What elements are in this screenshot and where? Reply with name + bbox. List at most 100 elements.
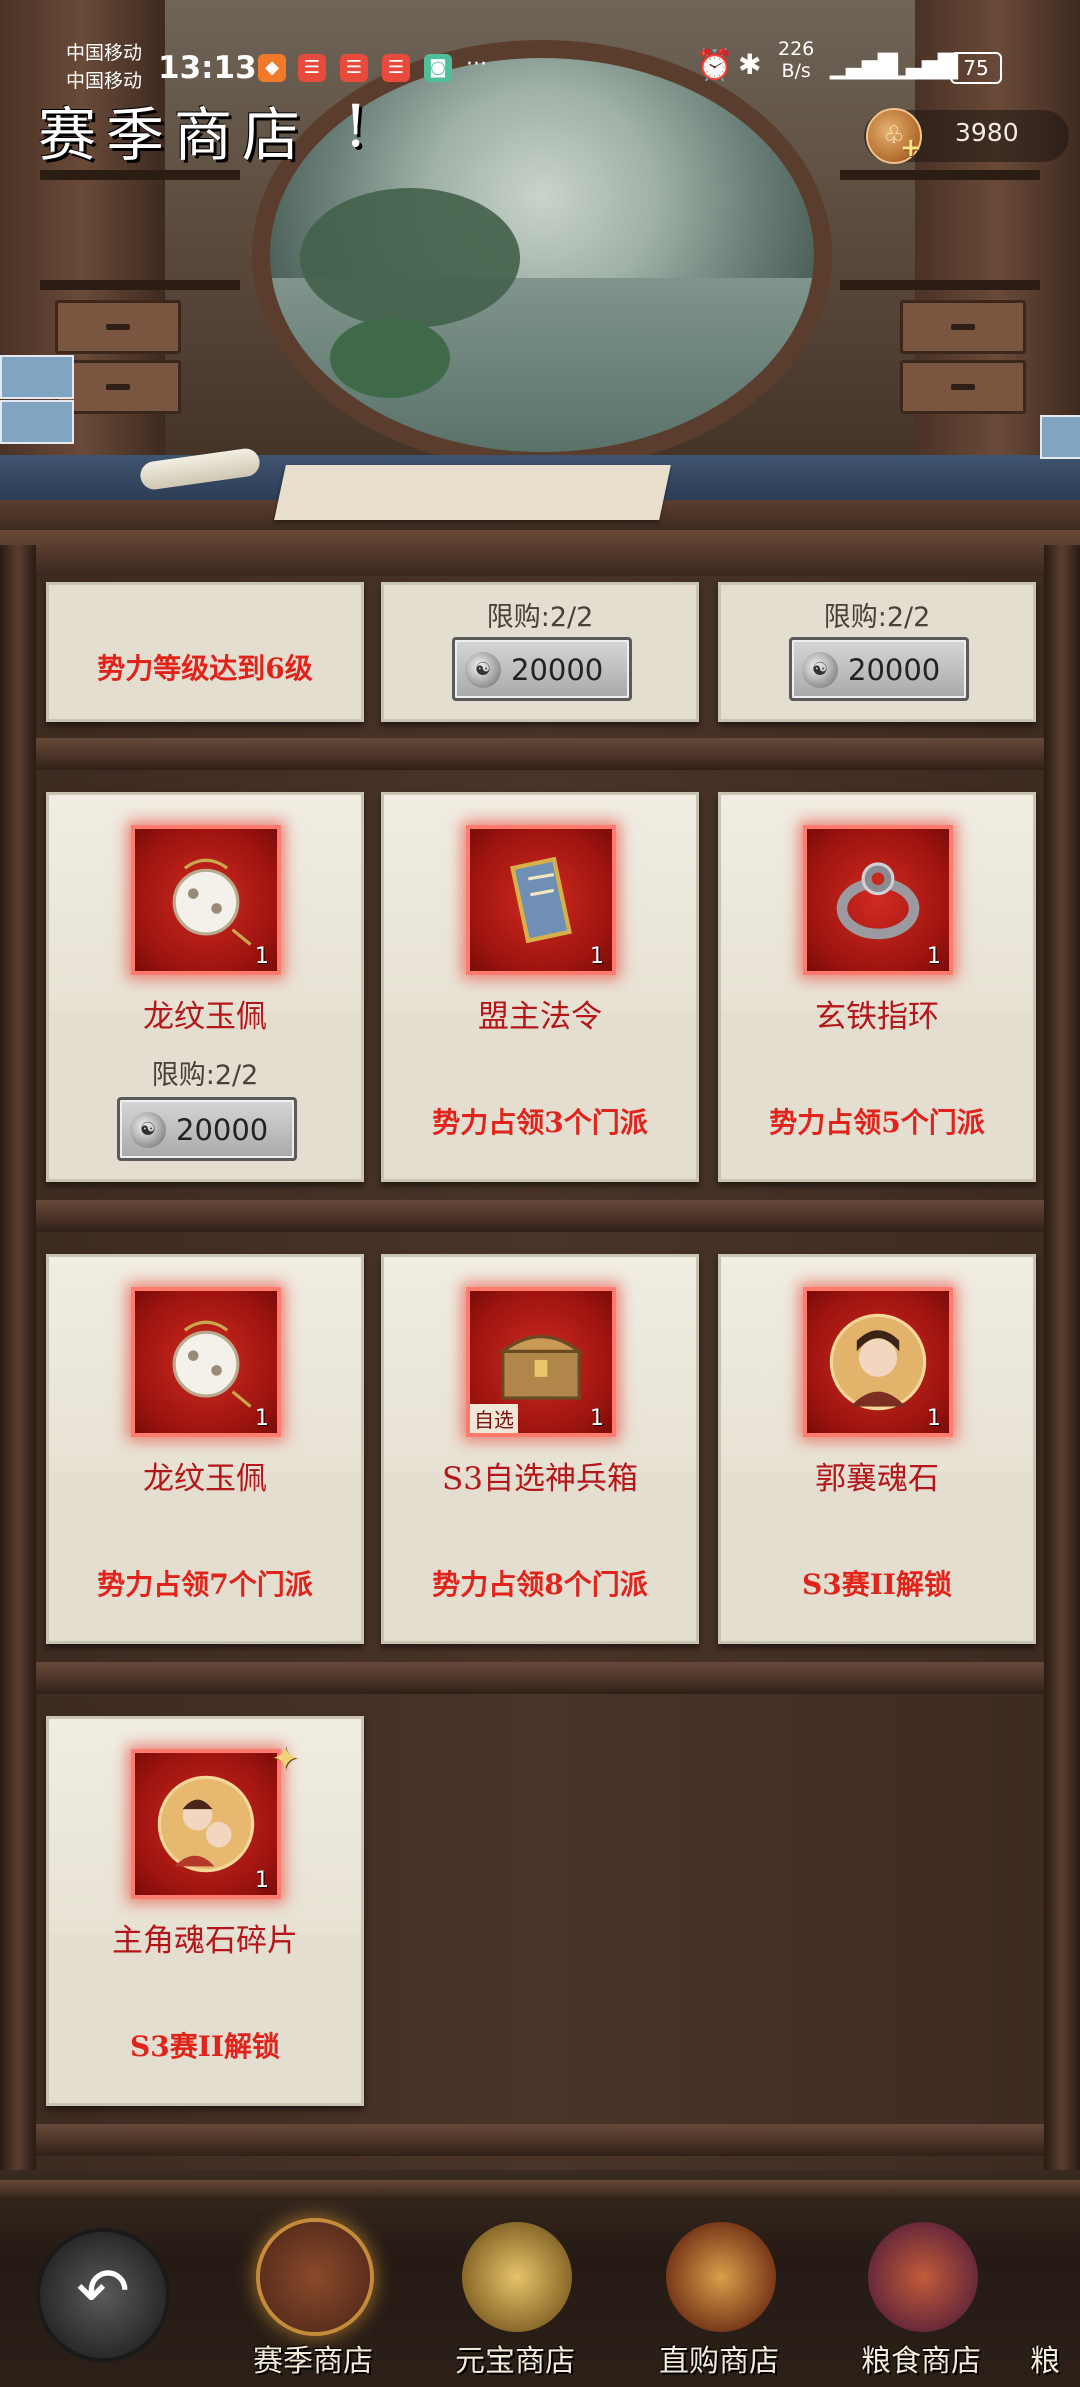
item-quantity: 1 xyxy=(927,1406,941,1431)
unlock-condition: S3赛II解锁 xyxy=(130,2030,280,2063)
tab-season-shop[interactable]: 赛季商店 xyxy=(218,2210,408,2385)
shop-item-card[interactable]: 限购:2/2 ☯ 20000 xyxy=(718,582,1036,722)
drawer xyxy=(55,300,181,354)
signal-icon: ▁▃▅▇ xyxy=(830,50,898,80)
silver-coin-icon: ☯ xyxy=(130,1112,166,1148)
treasure-chest-icon xyxy=(666,2222,776,2332)
item-name: 主角魂石碎片 xyxy=(112,1923,298,1959)
tab-direct-purchase-shop[interactable]: 直购商店 xyxy=(624,2210,814,2385)
buy-button[interactable]: ☯ 20000 xyxy=(452,637,632,701)
item-quantity: 1 xyxy=(255,1406,269,1431)
item-icon-frame: 1 xyxy=(131,1749,281,1899)
purchase-limit: 限购:2/2 xyxy=(823,602,931,633)
carrier-label: 中国移动 xyxy=(66,42,143,64)
buy-button[interactable]: ☯ 20000 xyxy=(789,637,969,701)
price-value: 20000 xyxy=(848,653,941,687)
item-name: 郭襄魂石 xyxy=(815,1461,939,1497)
tab-label: 赛季商店 xyxy=(253,2344,373,2379)
add-currency-button[interactable]: + xyxy=(900,135,926,162)
shelf-plank xyxy=(36,1200,1044,1232)
gold-ingot-icon xyxy=(462,2222,572,2332)
item-quantity: 1 xyxy=(927,944,941,969)
info-icon[interactable]: ! xyxy=(344,92,367,160)
item-quantity: 1 xyxy=(255,1868,269,1893)
back-arrow-icon: ↶ xyxy=(76,2255,130,2329)
item-icon-frame: 1 xyxy=(131,825,281,975)
app-notification-icon: ☰ xyxy=(340,54,368,82)
book-stack xyxy=(1040,415,1080,459)
pine-tree xyxy=(300,188,520,328)
purchase-limit: 限购:2/2 xyxy=(151,1060,259,1091)
app-notification-icon: ◙ xyxy=(424,54,452,82)
selectable-badge: 自选 xyxy=(470,1404,518,1433)
shop-item-card[interactable]: 1 ✦ 主角魂石碎片 S3赛II解锁 xyxy=(46,1716,364,2106)
shop-item-card[interactable]: 限购:2/2 ☯ 20000 xyxy=(381,582,699,722)
shop-item-card[interactable]: 1 龙纹玉佩 势力占领7个门派 xyxy=(46,1254,364,1644)
item-icon-frame: 1 xyxy=(803,1287,953,1437)
paper xyxy=(274,465,671,520)
purchase-limit: 限购:2/2 xyxy=(486,602,594,633)
moon-gate-window xyxy=(252,40,832,470)
price-value: 20000 xyxy=(176,1113,269,1147)
shop-item-card[interactable]: 1 龙纹玉佩 限购:2/2 ☯ 20000 xyxy=(46,792,364,1182)
tab-food-shop[interactable]: 粮食商店 xyxy=(826,2210,1016,2385)
item-icon-frame: 自选 1 xyxy=(466,1287,616,1437)
unlock-condition: 势力占领8个门派 xyxy=(432,1568,648,1601)
jade-pendant-icon xyxy=(172,858,252,946)
silver-coin-icon: ☯ xyxy=(465,652,501,688)
unlock-condition: 势力等级达到6级 xyxy=(97,652,313,685)
unlock-condition: 势力占领3个门派 xyxy=(432,1106,648,1139)
book-stack xyxy=(0,400,74,444)
cabinet-top xyxy=(0,530,1080,576)
battery-icon: 75 xyxy=(950,52,1002,84)
cabinet-side xyxy=(0,545,36,2170)
more-icon: ··· xyxy=(466,52,487,77)
grain-sack-icon xyxy=(868,2222,978,2332)
alarm-icon: ⏰ xyxy=(696,48,734,83)
unlock-condition: 势力占领7个门派 xyxy=(97,1568,313,1601)
item-name: S3自选神兵箱 xyxy=(442,1461,638,1497)
signal-icon: ▁▃▅▇ xyxy=(890,50,958,80)
shelf-plank xyxy=(36,1662,1044,1694)
network-speed: 226 B/s xyxy=(778,38,814,82)
silver-coin-icon: ☯ xyxy=(802,652,838,688)
speed-value: 226 xyxy=(778,38,815,60)
page-title: 赛季商店 xyxy=(38,101,311,169)
shelf-plank xyxy=(36,2124,1044,2156)
tab-label: 粮 xyxy=(1030,2344,1060,2379)
buy-button[interactable]: ☯ 20000 xyxy=(117,1097,297,1161)
soul-stone-portrait-icon xyxy=(829,1313,927,1411)
drawer xyxy=(900,300,1026,354)
shelf-plank xyxy=(36,738,1044,770)
shop-item-card[interactable]: 1 郭襄魂石 S3赛II解锁 xyxy=(718,1254,1036,1644)
season-shop-icon xyxy=(260,2222,370,2332)
item-icon-frame: 1 xyxy=(466,825,616,975)
item-name: 玄铁指环 xyxy=(815,999,939,1035)
jade-pendant-icon xyxy=(172,1320,252,1408)
decree-token-icon xyxy=(510,856,572,944)
tab-label: 元宝商店 xyxy=(455,2344,575,2379)
drawer xyxy=(900,360,1026,414)
app-notification-icon: ☰ xyxy=(382,54,410,82)
shop-item-card[interactable]: 1 玄铁指环 势力占领5个门派 xyxy=(718,792,1036,1182)
tab-yuanbao-shop[interactable]: 元宝商店 xyxy=(420,2210,610,2385)
shop-item-card[interactable]: 1 盟主法令 势力占领3个门派 xyxy=(381,792,699,1182)
item-name: 盟主法令 xyxy=(478,999,602,1035)
book-stack xyxy=(0,355,74,399)
unlock-condition: 势力占领5个门派 xyxy=(769,1106,985,1139)
item-name: 龙纹玉佩 xyxy=(143,999,267,1035)
iron-ring-icon xyxy=(836,862,920,940)
tab-more[interactable]: 粮 xyxy=(1030,2210,1080,2385)
item-icon-frame: 1 xyxy=(131,1287,281,1437)
cabinet-side xyxy=(1044,545,1080,2170)
shop-item-card[interactable]: 势力等级达到6级 xyxy=(46,582,364,722)
soul-stone-fragment-icon xyxy=(157,1775,255,1873)
unlock-condition: S3赛II解锁 xyxy=(802,1568,952,1601)
back-button[interactable]: ↶ xyxy=(36,2228,170,2362)
shop-item-card[interactable]: 自选 1 S3自选神兵箱 势力占领8个门派 xyxy=(381,1254,699,1644)
item-name: 龙纹玉佩 xyxy=(143,1461,267,1497)
tab-label: 直购商店 xyxy=(659,2344,779,2379)
lotus-leaves xyxy=(330,318,450,398)
nav-rail xyxy=(0,2180,1080,2200)
weapon-chest-icon xyxy=(498,1334,584,1400)
